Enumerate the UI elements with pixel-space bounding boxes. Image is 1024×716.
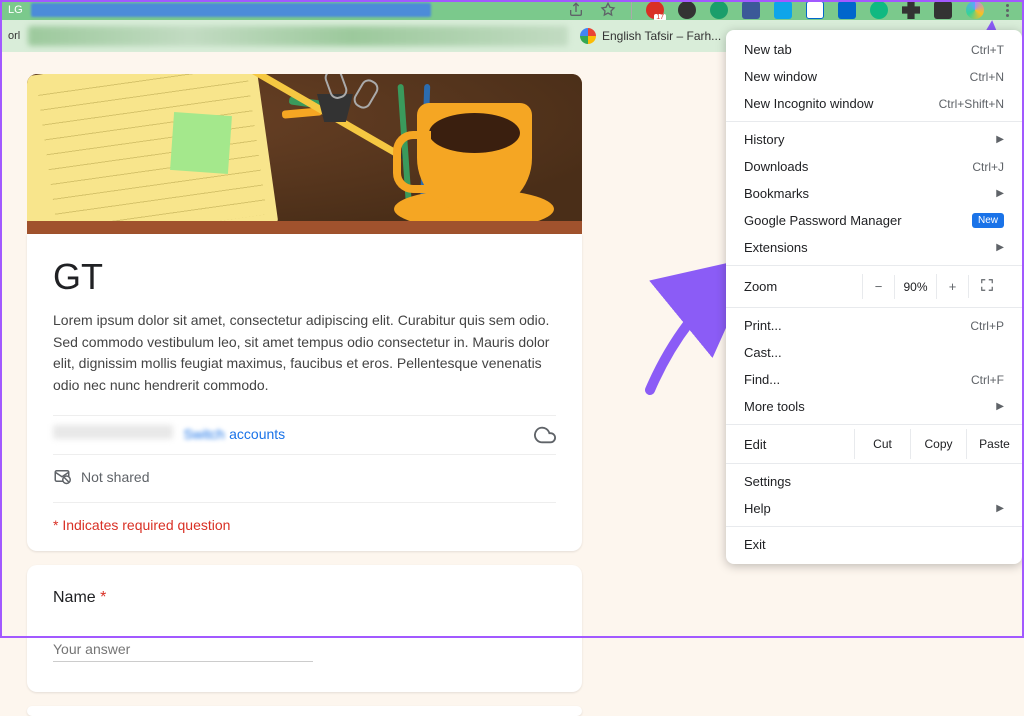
extension-icon[interactable]: 17 — [646, 1, 664, 19]
not-shared-icon — [53, 467, 71, 488]
extension-icon[interactable] — [934, 1, 952, 19]
menu-incognito[interactable]: New Incognito windowCtrl+Shift+N — [726, 90, 1022, 117]
extension-icon[interactable] — [774, 1, 792, 19]
copy-button[interactable]: Copy — [910, 429, 966, 459]
bookmark-text: orl — [8, 30, 20, 42]
menu-separator — [726, 121, 1022, 122]
extension-icon[interactable] — [838, 1, 856, 19]
question-text: Name — [53, 589, 96, 606]
form-header-card: GT Lorem ipsum dolor sit amet, consectet… — [27, 234, 582, 551]
menu-exit[interactable]: Exit — [726, 531, 1022, 558]
url-text: LG — [8, 4, 23, 16]
menu-cast[interactable]: Cast... — [726, 339, 1022, 366]
profile-avatar[interactable] — [966, 1, 984, 19]
form-description: Lorem ipsum dolor sit amet, consectetur … — [53, 310, 556, 397]
account-row: Switch accounts — [53, 415, 556, 454]
bookmarks-blurred — [28, 26, 568, 46]
question-card-peek — [27, 706, 582, 716]
menu-bookmarks[interactable]: Bookmarks▶ — [726, 180, 1022, 207]
menu-new-window[interactable]: New windowCtrl+N — [726, 63, 1022, 90]
extension-icon[interactable] — [710, 1, 728, 19]
user-email-blurred — [53, 425, 173, 439]
extension-icon[interactable] — [678, 1, 696, 19]
menu-print[interactable]: Print...Ctrl+P — [726, 312, 1022, 339]
menu-separator — [726, 265, 1022, 266]
menu-history[interactable]: History▶ — [726, 126, 1022, 153]
extension-icon[interactable] — [870, 1, 888, 19]
favicon-icon — [580, 28, 596, 44]
chevron-right-icon: ▶ — [996, 242, 1004, 253]
not-shared-label: Not shared — [81, 469, 149, 485]
address-bar[interactable] — [31, 3, 431, 17]
required-note-row: * Indicates required question — [53, 502, 556, 535]
chevron-right-icon: ▶ — [996, 401, 1004, 412]
bookmark-item[interactable]: English Tafsir – Farh... — [580, 28, 721, 44]
question-label: Name * — [53, 589, 556, 607]
zoom-in-button[interactable]: + — [936, 274, 968, 299]
chrome-menu-button[interactable] — [998, 1, 1016, 19]
form-title: GT — [53, 256, 556, 298]
chevron-right-icon: ▶ — [996, 134, 1004, 145]
form-banner-image — [27, 74, 582, 221]
menu-find[interactable]: Find...Ctrl+F — [726, 366, 1022, 393]
zoom-label: Zoom — [744, 279, 862, 294]
cut-button[interactable]: Cut — [854, 429, 910, 459]
switch-account-link[interactable]: accounts — [229, 426, 285, 442]
share-icon[interactable] — [567, 1, 585, 19]
menu-zoom: Zoom − 90% + — [726, 270, 1022, 303]
new-badge: New — [972, 213, 1004, 228]
menu-separator — [726, 526, 1022, 527]
menu-edit: Edit Cut Copy Paste — [726, 429, 1022, 459]
blur-text: Switch — [183, 426, 224, 442]
extension-icon[interactable] — [742, 1, 760, 19]
extension-icon[interactable] — [806, 1, 824, 19]
chevron-right-icon: ▶ — [996, 503, 1004, 514]
menu-extensions[interactable]: Extensions▶ — [726, 234, 1022, 261]
form-accent-bar — [27, 221, 582, 234]
google-form: GT Lorem ipsum dolor sit amet, consectet… — [27, 74, 582, 716]
menu-downloads[interactable]: DownloadsCtrl+J — [726, 153, 1022, 180]
chrome-overflow-menu: New tabCtrl+T New windowCtrl+N New Incog… — [726, 30, 1022, 564]
menu-new-tab[interactable]: New tabCtrl+T — [726, 36, 1022, 63]
edit-label: Edit — [744, 437, 854, 452]
zoom-out-button[interactable]: − — [862, 274, 894, 299]
menu-more-tools[interactable]: More tools▶ — [726, 393, 1022, 420]
menu-settings[interactable]: Settings — [726, 468, 1022, 495]
separator — [631, 1, 632, 19]
menu-help[interactable]: Help▶ — [726, 495, 1022, 522]
required-star: * — [100, 589, 106, 606]
fullscreen-button[interactable] — [968, 275, 1004, 298]
cloud-sync-icon[interactable] — [534, 424, 556, 446]
menu-separator — [726, 463, 1022, 464]
menu-password-manager[interactable]: Google Password ManagerNew — [726, 207, 1022, 234]
extensions-puzzle-icon[interactable] — [902, 1, 920, 19]
menu-separator — [726, 307, 1022, 308]
chevron-right-icon: ▶ — [996, 188, 1004, 199]
bookmark-star-icon[interactable] — [599, 1, 617, 19]
answer-input[interactable] — [53, 637, 313, 662]
shared-status-row: Not shared — [53, 454, 556, 502]
zoom-value: 90% — [894, 275, 936, 299]
required-note: * Indicates required question — [53, 517, 230, 533]
paste-button[interactable]: Paste — [966, 429, 1022, 459]
menu-separator — [726, 424, 1022, 425]
browser-toolbar: LG 17 — [0, 0, 1024, 20]
bookmark-label: English Tafsir – Farh... — [602, 29, 721, 43]
question-card: Name * — [27, 565, 582, 692]
